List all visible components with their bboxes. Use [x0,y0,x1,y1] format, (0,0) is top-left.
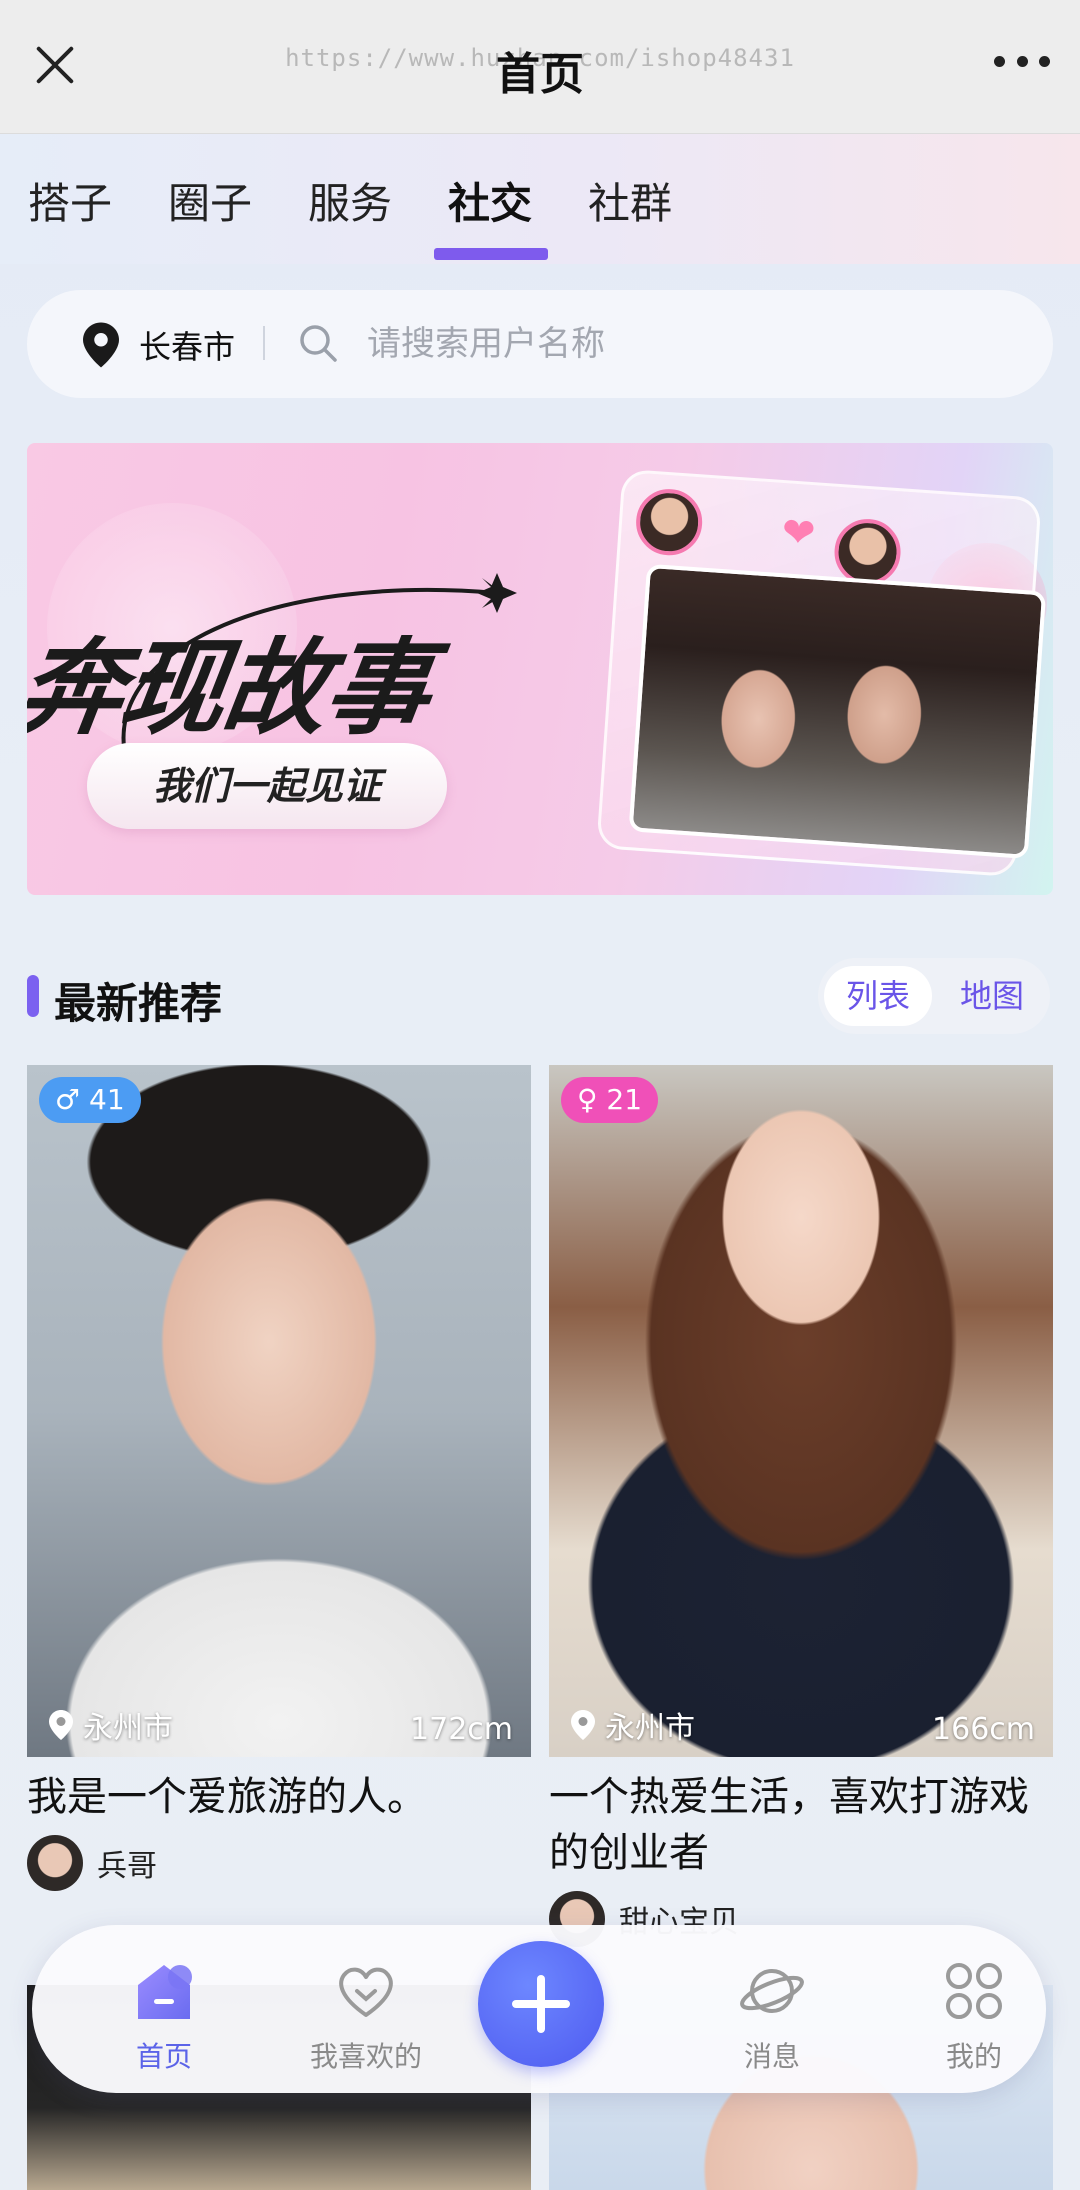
tab-shequn[interactable]: 社群 [588,170,672,231]
search-input[interactable] [367,314,1007,374]
profile-description: 一个热爱生活，喜欢打游戏的创业者 [549,1774,1029,1876]
nav-label: 消息 [743,2040,800,2073]
female-icon: ♀ [577,1083,598,1116]
profile-card[interactable]: ♀ 21 永州市 166cm 一个热爱生活，喜欢打游戏的创业者 甜心宝贝 [549,1065,1053,1947]
grid-icon [946,1963,1002,2019]
profile-city: 永州市 [605,1711,695,1746]
profile-height: 166cm [932,1712,1035,1747]
male-icon: ♂ [55,1083,81,1116]
profile-height: 172cm [410,1712,513,1747]
profile-city: 永州市 [83,1711,173,1746]
age-badge: ♀ 21 [561,1077,659,1123]
banner-couple-photo [628,563,1047,859]
avatar[interactable] [27,1835,83,1891]
location-pin-icon [49,1710,73,1740]
promo-banner[interactable]: 奔现故事 我们一起见证 ❤ [27,443,1053,895]
nav-label: 我的 [945,2040,1002,2073]
app-screen: https://www.huzhan.com/ishop48431 首页 搭子 … [0,0,1080,2190]
category-tabs: 搭子 圈子 服务 社交 社群 [0,134,1080,264]
profile-city-row: 永州市 [571,1703,695,1747]
tab-quanzi[interactable]: 圈子 [168,170,252,231]
banner-title: 奔现故事 [27,627,437,749]
tab-dazi[interactable]: 搭子 [28,170,112,231]
heart-icon [339,1967,393,2017]
banner-subtitle-pill: 我们一起见证 [87,743,447,829]
view-toggle: 列表 地图 [818,958,1050,1034]
search-divider [263,326,265,360]
home-icon [138,1965,192,2019]
view-map-option[interactable]: 地图 [938,966,1046,1026]
nav-favorites[interactable]: 我喜欢的 [286,1955,446,2075]
profile-description: 我是一个爱旅游的人。 [27,1774,427,1820]
tab-fuwu[interactable]: 服务 [308,170,392,231]
age-value: 21 [606,1083,643,1116]
location-pin-icon[interactable] [83,322,119,368]
tab-shejiao[interactable]: 社交 [448,170,532,231]
age-value: 41 [89,1083,125,1116]
profile-photo[interactable]: ♂ 41 永州市 172cm [27,1065,531,1757]
page-title: 首页 [496,49,584,100]
bottom-nav: 首页 我喜欢的 消息 我的 [32,1925,1046,2093]
more-options-icon[interactable] [994,56,1050,70]
profile-user-row[interactable]: 兵哥 [27,1835,531,1891]
search-icon [300,325,337,362]
location-pin-icon [571,1710,595,1740]
banner-photo-frame: ❤ [596,468,1047,878]
age-badge: ♂ 41 [39,1077,141,1123]
nav-label: 首页 [135,2040,192,2073]
planet-icon [740,1969,804,2013]
nav-label: 我喜欢的 [309,2040,422,2073]
view-list-option[interactable]: 列表 [824,966,932,1026]
top-bar: https://www.huzhan.com/ishop48431 首页 [0,0,1080,134]
search-bar: 长春市 [27,290,1053,398]
heart-icon: ❤ [780,509,817,558]
nav-profile[interactable]: 我的 [894,1955,1054,2075]
username: 兵哥 [97,1849,157,1884]
profile-photo[interactable]: ♀ 21 永州市 166cm [549,1065,1053,1757]
section-accent-bar [27,975,39,1017]
nav-home[interactable]: 首页 [84,1955,244,2075]
city-selector[interactable]: 长春市 [139,322,235,368]
profile-card[interactable]: ♂ 41 永州市 172cm 我是一个爱旅游的人。 兵哥 [27,1065,531,1891]
banner-avatar [633,486,705,558]
plus-icon[interactable] [478,1941,604,2067]
nav-messages[interactable]: 消息 [692,1955,852,2075]
tab-active-indicator [434,248,548,260]
section-title: 最新推荐 [54,979,223,1028]
profile-city-row: 永州市 [49,1703,173,1747]
